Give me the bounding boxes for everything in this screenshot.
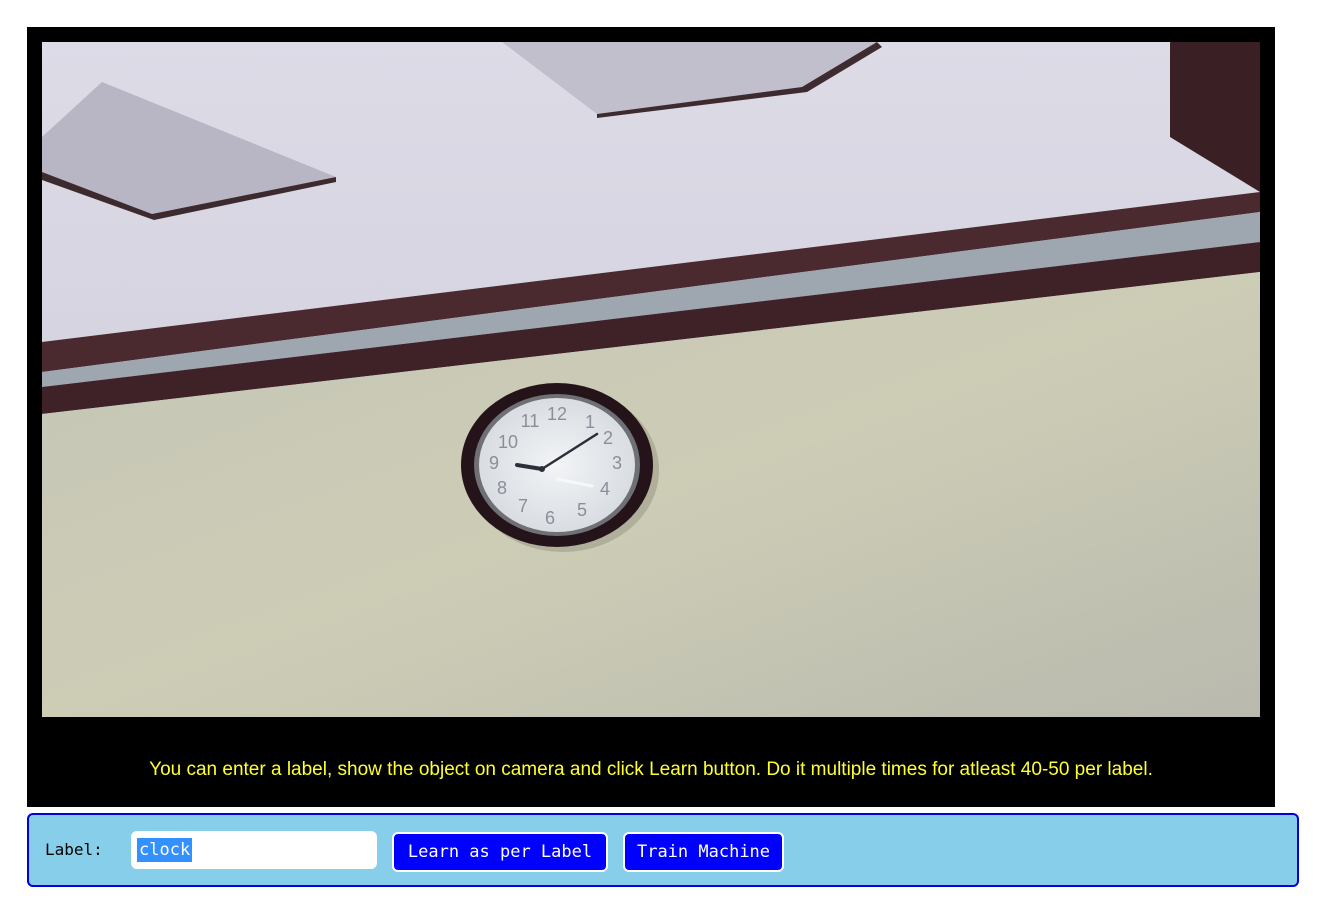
label-input[interactable] (131, 831, 377, 869)
svg-text:2: 2 (603, 428, 613, 448)
label-caption: Label: (45, 840, 103, 859)
svg-text:6: 6 (545, 508, 555, 528)
controls-bar: Label: clock Learn as per Label Train Ma… (27, 813, 1299, 887)
svg-text:3: 3 (612, 453, 622, 473)
camera-feed: 12 1 2 3 4 5 6 7 8 9 10 11 (42, 42, 1260, 717)
svg-text:7: 7 (518, 496, 528, 516)
svg-text:1: 1 (585, 412, 595, 432)
video-panel: 12 1 2 3 4 5 6 7 8 9 10 11 You can enter… (27, 27, 1275, 807)
train-machine-button[interactable]: Train Machine (623, 832, 784, 872)
svg-text:5: 5 (577, 500, 587, 520)
svg-text:12: 12 (547, 404, 567, 424)
svg-text:8: 8 (497, 478, 507, 498)
svg-text:4: 4 (600, 479, 610, 499)
instruction-text: You can enter a label, show the object o… (149, 759, 1153, 780)
svg-text:11: 11 (521, 411, 540, 431)
svg-text:10: 10 (498, 432, 518, 452)
svg-text:9: 9 (489, 453, 499, 473)
learn-button[interactable]: Learn as per Label (392, 832, 608, 872)
